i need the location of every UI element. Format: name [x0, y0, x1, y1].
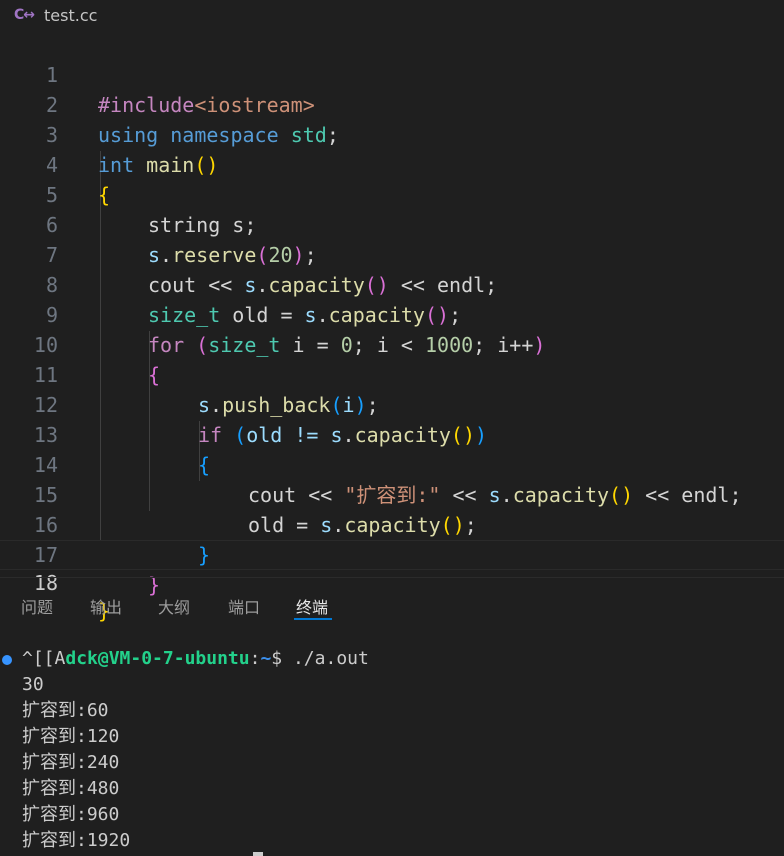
code-editor[interactable]: 1 #include<iostream> 2 using namespace s… — [0, 30, 784, 623]
code-line: 13 { — [33, 423, 211, 477]
code-line: 14 cout << "扩容到:" << s.capacity() << end… — [33, 453, 742, 507]
tab-outline[interactable]: 大纲 — [158, 594, 190, 618]
code-line: 7 cout << s.capacity() << endl; — [45, 243, 498, 297]
terminal-output-line: 扩容到:480 — [22, 778, 120, 799]
code-line: 2 using namespace std; — [45, 93, 339, 147]
cpp-icon: C↔ — [14, 7, 35, 23]
code-line: 4 { — [45, 153, 111, 207]
code-line: 10 { — [33, 333, 161, 387]
tab-test-cc[interactable]: C↔ test.cc — [14, 3, 97, 27]
code-line: 9 for (size_t i = 0; i < 1000; i++) — [45, 303, 546, 357]
terminal-prompt-line: ^[[Adck@VM-0-7-ubuntu:~$ ./a.out — [22, 648, 369, 669]
terminal-output-line: 30 — [22, 674, 44, 695]
code-line: 15 old = s.capacity(); — [33, 483, 477, 537]
active-tab-indicator — [294, 618, 332, 620]
tab-problems[interactable]: 问题 — [21, 594, 53, 618]
code-line: 6 s.reserve(20); — [45, 213, 317, 267]
code-line: 11 s.push_back(i); — [33, 363, 379, 417]
terminal[interactable]: ^[[Adck@VM-0-7-ubuntu:~$ ./a.out 30 扩容到:… — [0, 646, 784, 856]
terminal-cursor — [253, 852, 263, 856]
panel-tabs: 问题 输出 大纲 端口 终端 — [0, 578, 784, 622]
tab-filename: test.cc — [44, 5, 98, 25]
code-line: 16 } — [33, 513, 211, 567]
editor-tab-bar: C↔ test.cc — [0, 0, 784, 30]
code-line: 1 #include<iostream> — [45, 63, 315, 117]
code-line: 12 if (old != s.capacity()) — [33, 393, 488, 447]
code-line: 8 size_t old = s.capacity(); — [45, 273, 462, 327]
terminal-output-line: 扩容到:60 — [22, 700, 109, 721]
code-line: 5 string s; — [45, 183, 257, 237]
terminal-output-line: 扩容到:1920 — [22, 830, 131, 851]
terminal-output-line: 扩容到:120 — [22, 726, 120, 747]
code-line-current: 18 } — [0, 540, 784, 623]
code-line: 17 } — [33, 543, 161, 597]
tab-terminal[interactable]: 终端 — [296, 594, 328, 618]
terminal-output-line: 扩容到:240 — [22, 752, 120, 773]
tab-ports[interactable]: 端口 — [228, 594, 260, 618]
tab-output[interactable]: 输出 — [90, 594, 122, 618]
code-line: 3 int main() — [45, 123, 219, 177]
terminal-output-line: 扩容到:960 — [22, 804, 120, 825]
